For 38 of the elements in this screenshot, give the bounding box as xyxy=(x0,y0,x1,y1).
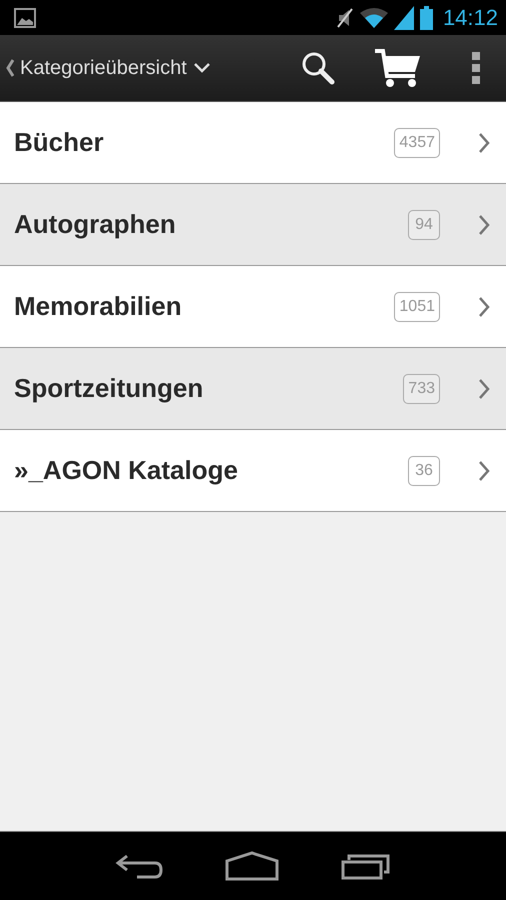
recent-apps-icon xyxy=(341,852,391,880)
more-icon xyxy=(471,52,481,84)
item-count: 733 xyxy=(403,374,440,404)
chevron-right-icon xyxy=(478,460,490,482)
muted-speaker-icon xyxy=(336,6,354,28)
home-icon xyxy=(225,851,279,881)
home-button[interactable] xyxy=(225,851,279,881)
chevron-right-icon xyxy=(478,214,490,236)
category-row[interactable]: Sportzeitungen 733 xyxy=(0,348,506,430)
category-name: Bücher xyxy=(14,127,105,158)
clock: 14:12 xyxy=(442,4,498,30)
dropdown-caret-icon xyxy=(192,62,211,74)
shopping-cart-icon xyxy=(375,48,421,88)
chevron-right-icon xyxy=(478,378,490,400)
category-row[interactable]: »_AGON Kataloge 36 xyxy=(0,430,506,512)
back-button[interactable] xyxy=(115,852,163,880)
category-name: »_AGON Kataloge xyxy=(14,455,239,486)
chevron-right-icon xyxy=(478,132,490,154)
item-count: 36 xyxy=(408,456,440,486)
item-count: 1051 xyxy=(394,292,440,322)
back-chevron-icon xyxy=(6,59,14,77)
wifi-icon xyxy=(360,6,388,28)
category-row[interactable]: Bücher 4357 xyxy=(0,102,506,184)
search-icon xyxy=(301,51,335,85)
category-name: Autographen xyxy=(14,209,177,240)
battery-icon xyxy=(420,6,433,30)
category-name: Memorabilien xyxy=(14,291,183,322)
category-name: Sportzeitungen xyxy=(14,373,204,404)
item-count: 4357 xyxy=(394,128,440,158)
chevron-right-icon xyxy=(478,296,490,318)
screen-title: Kategorieübersicht xyxy=(20,56,187,80)
back-arrow-icon xyxy=(115,852,163,880)
picture-icon xyxy=(14,8,36,28)
recent-apps-button[interactable] xyxy=(341,852,391,880)
signal-icon xyxy=(394,6,414,30)
category-row[interactable]: Autographen 94 xyxy=(0,184,506,266)
item-count: 94 xyxy=(408,210,440,240)
category-row[interactable]: Memorabilien 1051 xyxy=(0,266,506,348)
